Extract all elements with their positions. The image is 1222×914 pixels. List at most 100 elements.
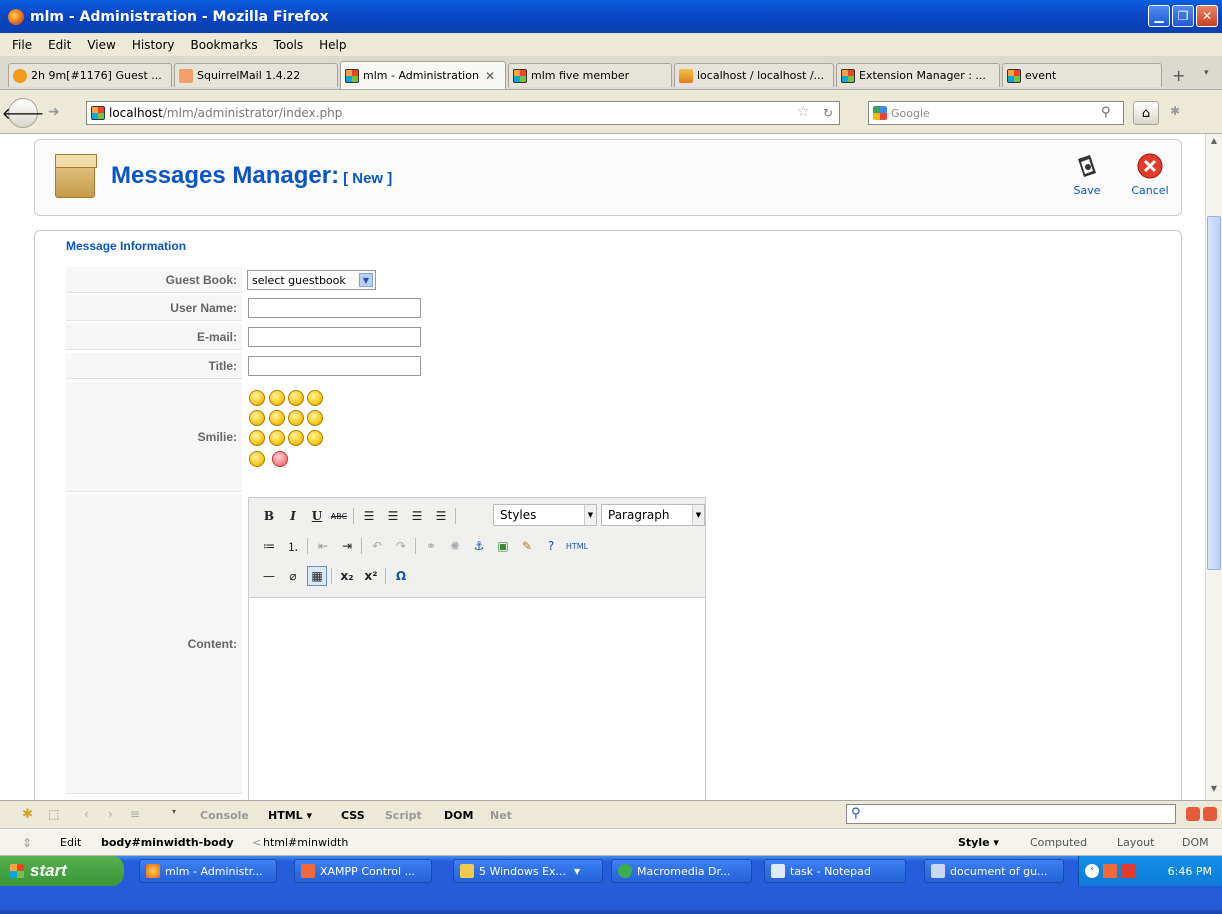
superscript-icon[interactable]: x² (361, 566, 381, 586)
guestbook-select[interactable]: select guestbook ▼ (247, 270, 376, 290)
align-justify-icon[interactable]: ☰ (431, 506, 451, 526)
cleanup-icon[interactable]: ✎ (517, 536, 537, 556)
tab-extension-manager[interactable]: Extension Manager : ... (836, 63, 1000, 87)
link-icon[interactable]: ⚭ (421, 536, 441, 556)
chevron-left-icon[interactable]: ‹ (84, 807, 89, 821)
smiley-icon[interactable] (288, 410, 304, 426)
home-icon[interactable]: ⌂ (1133, 101, 1159, 125)
scroll-up-icon[interactable]: ▲ (1207, 136, 1221, 150)
numbered-list-icon[interactable]: ⒈ (283, 536, 303, 556)
edit-button[interactable]: Edit (60, 836, 81, 849)
path-current[interactable]: body#minwidth-body (101, 836, 234, 849)
firebug-tab-css[interactable]: CSS (341, 809, 365, 822)
firebug-tab-script[interactable]: Script (385, 809, 422, 822)
smiley-icon[interactable] (249, 451, 265, 467)
firebug-tab-dom[interactable]: DOM (444, 809, 473, 822)
editor-content-area[interactable] (249, 599, 705, 800)
undo-icon[interactable]: ↶ (367, 536, 387, 556)
inspect-icon[interactable]: ⬚ (48, 807, 59, 821)
chevron-right-icon[interactable]: › (108, 807, 113, 821)
xampp-tray-icon[interactable] (1103, 864, 1117, 878)
firebug-search-input[interactable]: ⚲ (846, 804, 1176, 824)
task-macromedia[interactable]: Macromedia Dr... (611, 859, 752, 883)
menu-dropdown-icon[interactable]: ▾ (172, 807, 176, 816)
tab-mlm-administration[interactable]: mlm - Administration ✕ (340, 61, 506, 89)
strikethrough-button[interactable]: ABC (329, 506, 349, 526)
side-tab-style[interactable]: Style ▾ (958, 836, 999, 849)
remove-format-icon[interactable]: ⌀ (283, 566, 303, 586)
tab-phpmyadmin[interactable]: localhost / localhost /... (674, 63, 834, 87)
reload-icon[interactable]: ↻ (823, 106, 833, 120)
smiley-icon[interactable] (288, 430, 304, 446)
special-char-icon[interactable]: Ω (391, 566, 411, 586)
forward-button[interactable]: ➜ (48, 104, 60, 120)
smiley-icon[interactable] (269, 410, 285, 426)
anchor-icon[interactable]: ⚓ (469, 536, 489, 556)
indent-icon[interactable]: ⇥ (337, 536, 357, 556)
search-tray-icon[interactable] (1121, 864, 1135, 878)
smiley-icon[interactable] (272, 451, 288, 467)
firebug-tab-console[interactable]: Console (200, 809, 249, 822)
styles-dropdown[interactable]: Styles ▼ (493, 504, 597, 526)
restore-button[interactable]: ❐ (1172, 5, 1194, 27)
smiley-icon[interactable] (288, 390, 304, 406)
smiley-icon[interactable] (269, 390, 285, 406)
smiley-icon[interactable] (269, 430, 285, 446)
email-input[interactable] (248, 327, 421, 347)
align-right-icon[interactable]: ☰ (407, 506, 427, 526)
underline-button[interactable]: U (307, 506, 327, 526)
scroll-thumb[interactable] (1207, 216, 1221, 570)
horizontal-rule-icon[interactable]: — (259, 566, 279, 586)
image-icon[interactable]: ▣ (493, 536, 513, 556)
menu-bookmarks[interactable]: Bookmarks (183, 38, 266, 52)
task-document[interactable]: document of gu... (924, 859, 1064, 883)
redo-icon[interactable]: ↷ (391, 536, 411, 556)
table-icon[interactable]: ▦ (307, 566, 327, 586)
expand-icon[interactable]: ⇕ (22, 836, 32, 850)
firebug-tab-html[interactable]: HTML ▾ (268, 809, 312, 822)
menu-tools[interactable]: Tools (266, 38, 312, 52)
smiley-icon[interactable] (307, 430, 323, 446)
tray-expand-icon[interactable]: ‹ (1085, 864, 1099, 878)
help-icon[interactable]: ? (541, 536, 561, 556)
title-input[interactable] (248, 356, 421, 376)
menu-view[interactable]: View (79, 38, 123, 52)
format-dropdown[interactable]: Paragraph ▼ (601, 504, 705, 526)
html-source-button[interactable]: HTML (563, 536, 591, 556)
smiley-icon[interactable] (249, 410, 265, 426)
task-xampp[interactable]: XAMPP Control ... (294, 859, 432, 883)
list-icon[interactable]: ≡ (130, 807, 140, 821)
tab-event[interactable]: event (1002, 63, 1162, 87)
task-windows-explorer[interactable]: 5 Windows Ex... ▼ (453, 859, 603, 883)
menu-edit[interactable]: Edit (40, 38, 79, 52)
cancel-button[interactable]: Cancel (1128, 152, 1172, 197)
path-parent[interactable]: html#minwidth (263, 836, 348, 849)
url-bar[interactable]: localhost/mlm/administrator/index.php ☆ … (86, 101, 840, 125)
side-tab-layout[interactable]: Layout (1117, 836, 1154, 849)
window-title-bar[interactable]: mlm - Administration - Mozilla Firefox ▁… (0, 0, 1222, 33)
close-tab-icon[interactable]: ✕ (485, 69, 495, 83)
subscript-icon[interactable]: x₂ (337, 566, 357, 586)
close-panel-icon[interactable] (1203, 807, 1217, 821)
page-scrollbar[interactable]: ▲ ▼ (1205, 134, 1222, 800)
tab-guest[interactable]: 2h 9m[#1176] Guest ... (8, 63, 172, 87)
addon-icon[interactable]: ✱ (1170, 104, 1180, 118)
close-window-button[interactable]: ✕ (1196, 5, 1218, 27)
firebug-icon[interactable]: ✱ (22, 807, 33, 822)
menu-history[interactable]: History (124, 38, 183, 52)
outdent-icon[interactable]: ⇤ (313, 536, 333, 556)
smiley-icon[interactable] (249, 390, 265, 406)
username-input[interactable] (248, 298, 421, 318)
bullet-list-icon[interactable]: ≔ (259, 536, 279, 556)
unlink-icon[interactable]: ✺ (445, 536, 465, 556)
smiley-icon[interactable] (249, 430, 265, 446)
menu-help[interactable]: Help (311, 38, 354, 52)
search-icon[interactable]: ⚲ (1101, 105, 1111, 120)
tab-list-icon[interactable]: ▾ (1204, 68, 1209, 78)
bold-button[interactable]: B (259, 506, 279, 526)
start-button[interactable]: start (0, 856, 124, 886)
bookmark-star-icon[interactable]: ☆ (797, 104, 810, 120)
new-tab-icon[interactable]: + (1172, 66, 1185, 85)
side-tab-computed[interactable]: Computed (1030, 836, 1087, 849)
tab-squirrelmail[interactable]: SquirrelMail 1.4.22 (174, 63, 338, 87)
